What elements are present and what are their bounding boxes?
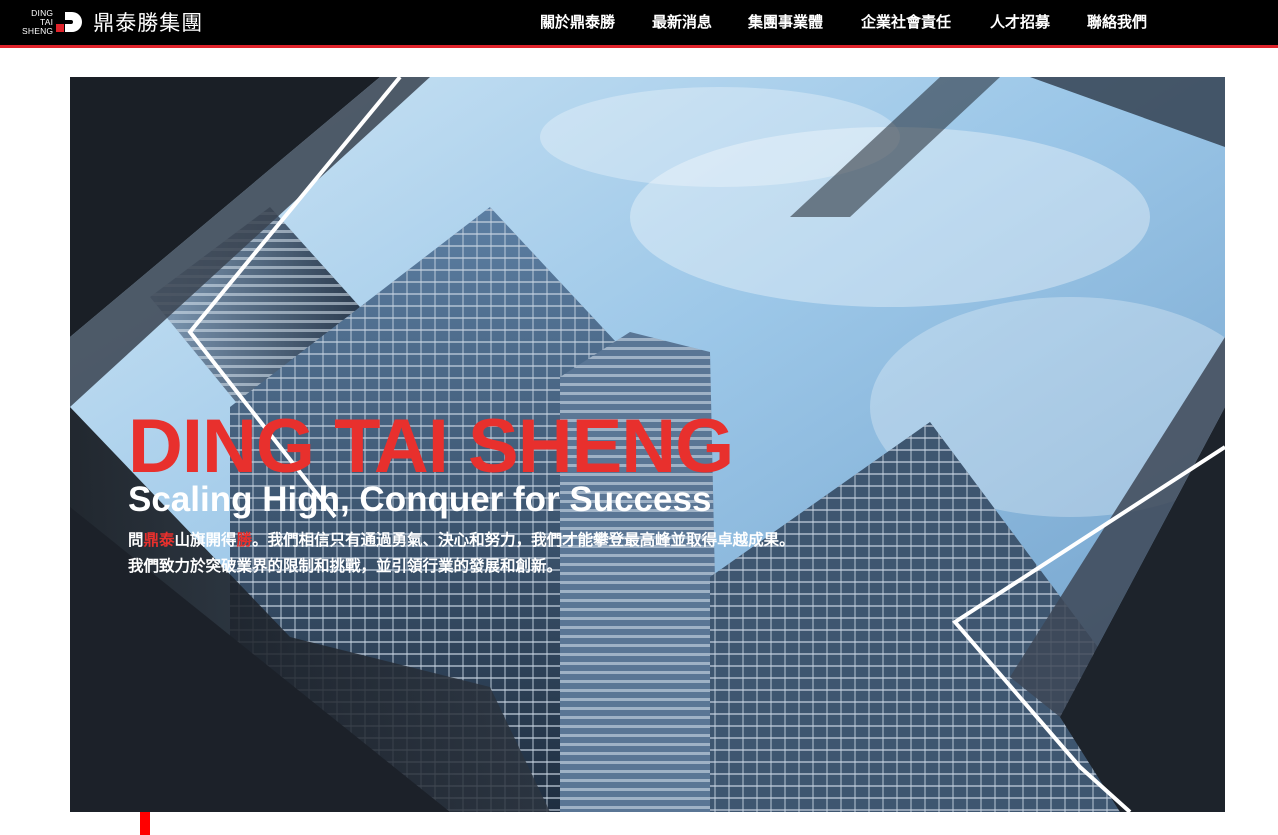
site-header: DING TAI SHENG 鼎泰勝集團 關於鼎泰勝 最新消息 集團事業體 企業… xyxy=(0,0,1278,48)
nav-business-units[interactable]: 集團事業體 xyxy=(748,11,823,32)
hero-tagline: Scaling High, Conquer for Success xyxy=(128,480,712,519)
logo-mark-icon xyxy=(56,9,84,35)
nav-about[interactable]: 關於鼎泰勝 xyxy=(540,11,615,32)
hero-desc-part-1: 問 xyxy=(128,531,144,549)
logo-wordmark: DING TAI SHENG xyxy=(22,8,54,36)
hero-desc-part-2: 山旗開得 xyxy=(174,531,237,549)
nav-contact[interactable]: 聯絡我們 xyxy=(1087,11,1147,32)
logo-company-name: 鼎泰勝集團 xyxy=(93,11,204,35)
hero-brand-title: DING TAI SHENG xyxy=(128,404,734,489)
site-logo[interactable]: DING TAI SHENG 鼎泰勝集團 xyxy=(22,8,203,36)
nav-news[interactable]: 最新消息 xyxy=(652,11,712,32)
nav-csr[interactable]: 企業社會責任 xyxy=(861,11,951,32)
hero-banner: DING TAI SHENG Scaling High, Conquer for… xyxy=(70,77,1225,812)
hero-desc-highlight-2: 勝 xyxy=(236,531,253,549)
hero-desc-highlight-1: 鼎泰 xyxy=(143,531,175,549)
nav-careers[interactable]: 人才招募 xyxy=(990,11,1050,32)
section-accent-bar xyxy=(140,812,150,835)
hero-description: 問鼎泰山旗開得勝。我們相信只有通過勇氣、決心和努力，我們才能攀登最高峰並取得卓越… xyxy=(128,527,808,579)
logo-line-3: SHENG xyxy=(22,25,54,36)
